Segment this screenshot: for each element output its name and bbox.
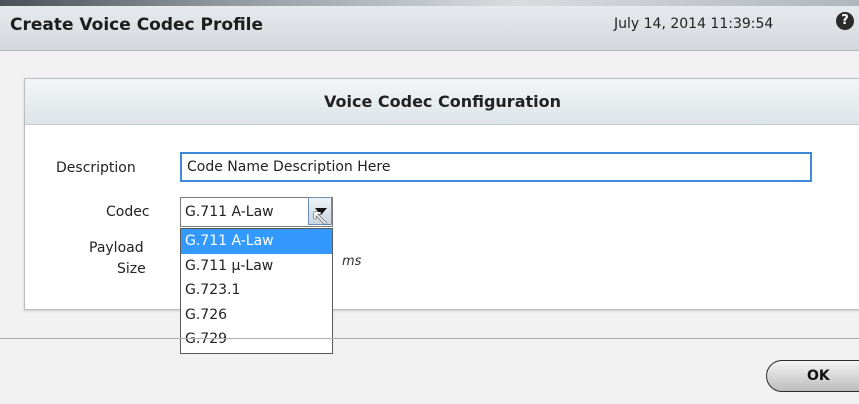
codec-config-panel: Voice Codec Configuration <box>24 78 859 310</box>
panel-header: Voice Codec Configuration <box>25 79 859 125</box>
help-icon[interactable]: ? <box>836 12 854 30</box>
datetime-display: July 14, 2014 11:39:54 <box>614 16 774 32</box>
mouse-pointer-icon: ↖ <box>311 206 330 231</box>
codec-option[interactable]: G.729 <box>181 327 332 352</box>
codec-option[interactable]: G.711 μ-Law <box>181 254 332 279</box>
page-title: Create Voice Codec Profile <box>10 15 264 35</box>
description-field[interactable]: Code Name Description Here <box>180 152 812 182</box>
description-label: Description <box>56 160 136 176</box>
title-bar: Create Voice Codec Profile July 14, 2014… <box>0 0 859 51</box>
payload-label-line1: Payload <box>89 240 144 256</box>
codec-option[interactable]: G.711 A-Law <box>181 229 332 254</box>
ok-button[interactable]: OK <box>766 360 859 392</box>
payload-unit: ms <box>342 254 362 269</box>
codec-option[interactable]: G.723.1 <box>181 278 332 303</box>
codec-option[interactable]: G.726 <box>181 303 332 328</box>
codec-label: Codec <box>106 204 150 220</box>
codec-dropdown-list[interactable]: G.711 A-Law G.711 μ-Law G.723.1 G.726 G.… <box>180 228 333 354</box>
payload-label-line2: Size <box>117 261 146 277</box>
window-top-strip <box>0 0 859 6</box>
footer-divider <box>0 338 859 339</box>
